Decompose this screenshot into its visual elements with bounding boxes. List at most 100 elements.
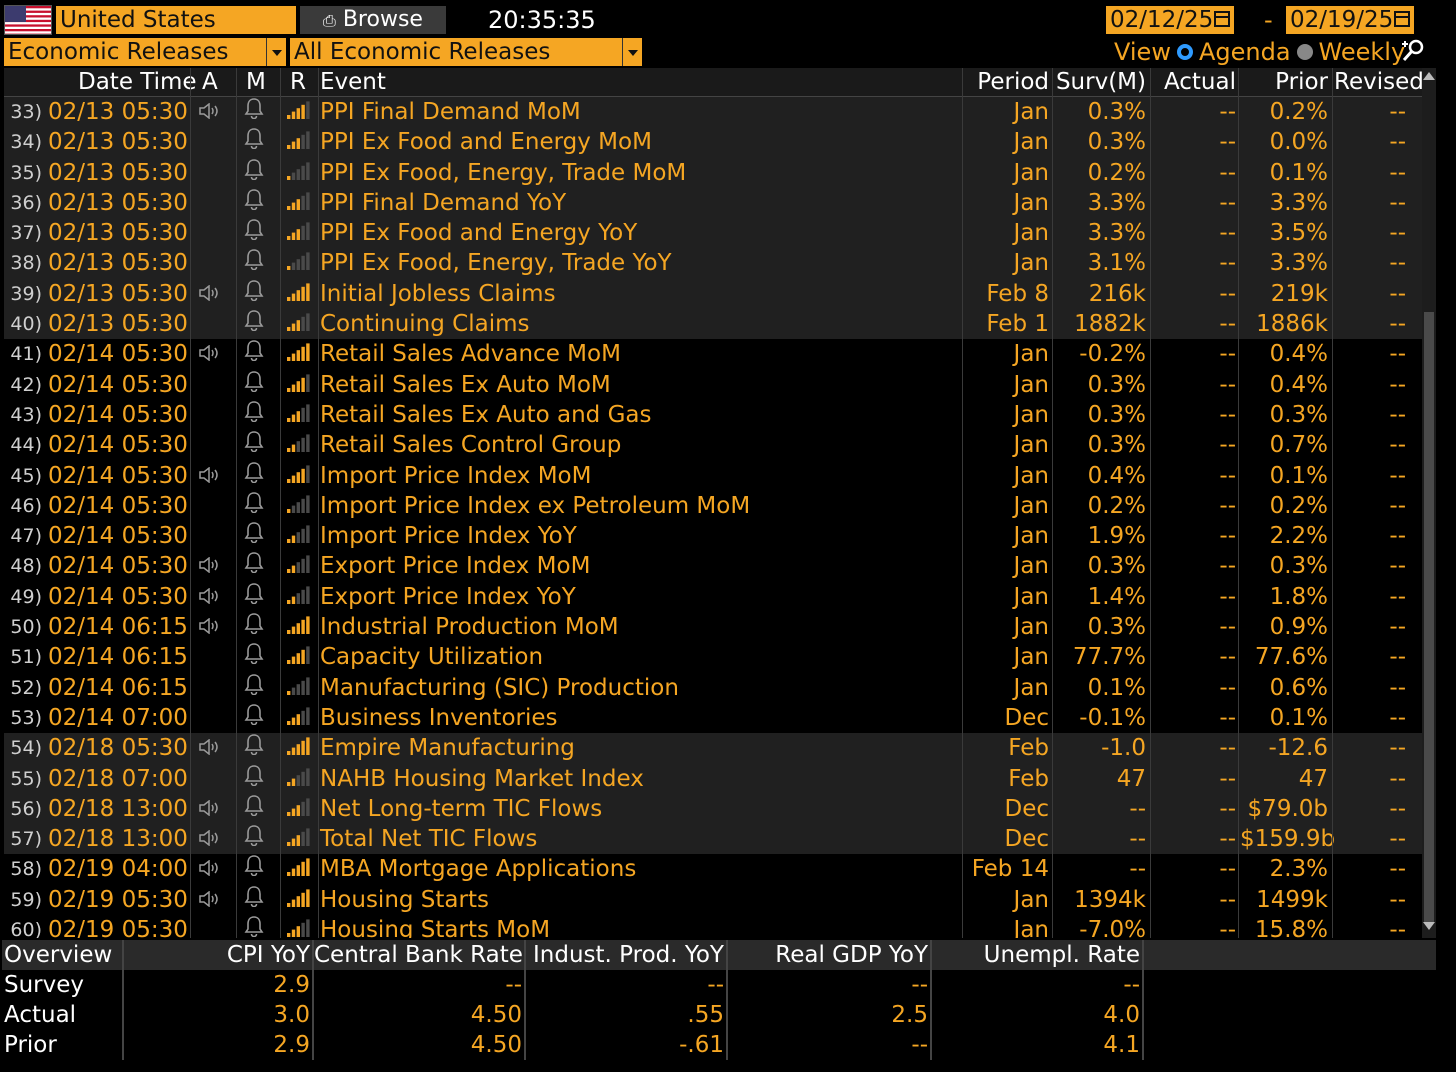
- bell-icon[interactable]: [244, 885, 264, 907]
- bell-icon[interactable]: [244, 309, 264, 332]
- table-row[interactable]: 45) 02/14 05:30 Import Price Index MoM Jan 0…: [4, 460, 1424, 491]
- table-row[interactable]: 37) 02/13 05:30 PPI Ex Food and Energy YoY…: [4, 218, 1424, 249]
- calendar-icon[interactable]: [1394, 11, 1410, 27]
- row-event[interactable]: PPI Final Demand MoM: [320, 97, 581, 127]
- col-period[interactable]: Period: [964, 68, 1049, 96]
- row-event[interactable]: Capacity Utilization: [320, 642, 543, 672]
- table-row[interactable]: 44) 02/14 05:30 Retail Sales Control Group…: [4, 430, 1424, 461]
- row-event[interactable]: PPI Ex Food and Energy MoM: [320, 127, 652, 157]
- table-row[interactable]: 43) 02/14 05:30 Retail Sales Ex Auto and G…: [4, 399, 1424, 431]
- row-event[interactable]: MBA Mortgage Applications: [320, 854, 636, 884]
- bell-icon[interactable]: [244, 824, 264, 847]
- end-date-field[interactable]: 02/19/25: [1286, 6, 1414, 34]
- row-event[interactable]: Retail Sales Ex Auto MoM: [320, 370, 611, 400]
- table-row[interactable]: 34) 02/13 05:30 PPI Ex Food and Energy MoM…: [4, 127, 1424, 158]
- table-row[interactable]: 51) 02/14 06:15 Capacity Utilization Jan 77.…: [4, 642, 1424, 673]
- table-row[interactable]: 60) 02/19 05:30 Housing Starts MoM Jan -7.0%…: [4, 915, 1424, 938]
- speaker-icon[interactable]: [199, 582, 221, 605]
- row-event[interactable]: Export Price Index YoY: [320, 582, 576, 612]
- bell-icon[interactable]: [244, 339, 264, 362]
- speaker-icon[interactable]: [199, 794, 221, 817]
- row-event[interactable]: PPI Ex Food, Energy, Trade MoM: [320, 158, 686, 188]
- col-prior[interactable]: Prior: [1240, 68, 1328, 96]
- bell-icon[interactable]: [244, 491, 264, 514]
- calendar-icon[interactable]: [1214, 11, 1230, 27]
- col-m[interactable]: M: [246, 68, 266, 96]
- table-row[interactable]: 55) 02/18 07:00 NAHB Housing Market Index F…: [4, 763, 1424, 794]
- release-type-select[interactable]: Economic Releases: [4, 38, 286, 66]
- table-row[interactable]: 36) 02/13 05:30 PPI Final Demand YoY Jan 3.3…: [4, 187, 1424, 219]
- bell-icon[interactable]: [244, 703, 264, 726]
- zoom-icon[interactable]: [1400, 38, 1426, 64]
- col-r[interactable]: R: [290, 68, 306, 96]
- table-row[interactable]: 35) 02/13 05:30 PPI Ex Food, Energy, Trade…: [4, 157, 1424, 188]
- bell-icon[interactable]: [244, 461, 264, 483]
- row-event[interactable]: Initial Jobless Claims: [320, 279, 556, 309]
- radio-agenda-icon[interactable]: [1176, 44, 1193, 60]
- speaker-icon[interactable]: [199, 854, 221, 877]
- bell-icon[interactable]: [244, 642, 264, 665]
- table-row[interactable]: 46) 02/14 05:30 Import Price Index ex Petr…: [4, 490, 1424, 522]
- row-event[interactable]: Industrial Production MoM: [320, 612, 619, 642]
- start-date-field[interactable]: 02/12/25: [1106, 6, 1234, 34]
- row-event[interactable]: Retail Sales Control Group: [320, 430, 621, 460]
- row-event[interactable]: Housing Starts MoM: [320, 915, 550, 938]
- table-row[interactable]: 33) 02/13 05:30 PPI Final Demand MoM Jan 0.3…: [4, 97, 1424, 128]
- speaker-icon[interactable]: [199, 824, 221, 847]
- browse-button[interactable]: ⎙ Browse: [300, 6, 446, 34]
- col-event[interactable]: Event: [320, 68, 386, 96]
- row-event[interactable]: PPI Final Demand YoY: [320, 188, 566, 218]
- table-row[interactable]: 39) 02/13 05:30 Initial Jobless Claims Feb …: [4, 278, 1424, 310]
- speaker-icon[interactable]: [199, 279, 221, 302]
- row-event[interactable]: Empire Manufacturing: [320, 733, 575, 763]
- row-event[interactable]: Housing Starts: [320, 885, 489, 915]
- bell-icon[interactable]: [244, 551, 264, 574]
- row-event[interactable]: Retail Sales Ex Auto and Gas: [320, 400, 651, 430]
- bell-icon[interactable]: [244, 218, 264, 241]
- row-event[interactable]: Continuing Claims: [320, 309, 529, 339]
- scrollbar-thumb[interactable]: [1424, 312, 1434, 922]
- table-row[interactable]: 41) 02/14 05:30 Retail Sales Advance MoM Ja…: [4, 339, 1424, 370]
- bell-icon[interactable]: [244, 248, 264, 271]
- bell-icon[interactable]: [244, 764, 264, 786]
- speaker-icon[interactable]: [199, 885, 221, 908]
- col-actual[interactable]: Actual: [1154, 68, 1236, 96]
- speaker-icon[interactable]: [199, 612, 221, 635]
- bell-icon[interactable]: [244, 279, 264, 302]
- bell-icon[interactable]: [244, 915, 264, 938]
- bell-icon[interactable]: [244, 673, 264, 695]
- row-event[interactable]: Import Price Index ex Petroleum MoM: [320, 491, 750, 521]
- row-event[interactable]: Total Net TIC Flows: [320, 824, 537, 854]
- row-event[interactable]: Retail Sales Advance MoM: [320, 339, 621, 369]
- col-a[interactable]: A: [202, 68, 218, 96]
- view-agenda-label[interactable]: Agenda: [1199, 36, 1291, 68]
- row-event[interactable]: Net Long-term TIC Flows: [320, 794, 602, 824]
- row-event[interactable]: PPI Ex Food and Energy YoY: [320, 218, 637, 248]
- row-event[interactable]: Export Price Index MoM: [320, 551, 590, 581]
- table-row[interactable]: 49) 02/14 05:30 Export Price Index YoY Jan 1…: [4, 581, 1424, 613]
- table-row[interactable]: 42) 02/14 05:30 Retail Sales Ex Auto MoM Ja…: [4, 369, 1424, 400]
- scroll-down-icon[interactable]: [1423, 922, 1435, 930]
- bell-icon[interactable]: [244, 582, 264, 605]
- row-event[interactable]: Import Price Index YoY: [320, 521, 577, 551]
- radio-weekly-icon[interactable]: [1296, 44, 1313, 60]
- table-row[interactable]: 48) 02/14 05:30 Export Price Index MoM Jan 0…: [4, 551, 1424, 582]
- bell-icon[interactable]: [244, 794, 264, 817]
- view-weekly-label[interactable]: Weekly: [1319, 36, 1406, 68]
- table-row[interactable]: 53) 02/14 07:00 Business Inventories Dec -0.…: [4, 702, 1424, 734]
- bell-icon[interactable]: [244, 97, 264, 120]
- speaker-icon[interactable]: [199, 97, 221, 120]
- bell-icon[interactable]: [244, 127, 264, 150]
- speaker-icon[interactable]: [199, 733, 221, 756]
- row-event[interactable]: Manufacturing (SIC) Production: [320, 673, 679, 703]
- table-row[interactable]: 52) 02/14 06:15 Manufacturing (SIC) Produc…: [4, 672, 1424, 703]
- dropdown-icon[interactable]: [266, 38, 286, 66]
- table-row[interactable]: 40) 02/13 05:30 Continuing Claims Feb 1 1882…: [4, 309, 1424, 340]
- col-surv[interactable]: Surv(M): [1054, 68, 1146, 96]
- row-event[interactable]: Import Price Index MoM: [320, 461, 591, 491]
- table-row[interactable]: 54) 02/18 05:30 Empire Manufacturing Feb -1.…: [4, 733, 1424, 764]
- bell-icon[interactable]: [244, 612, 264, 635]
- bell-icon[interactable]: [244, 521, 264, 544]
- row-event[interactable]: PPI Ex Food, Energy, Trade YoY: [320, 248, 672, 278]
- row-event[interactable]: Business Inventories: [320, 703, 558, 733]
